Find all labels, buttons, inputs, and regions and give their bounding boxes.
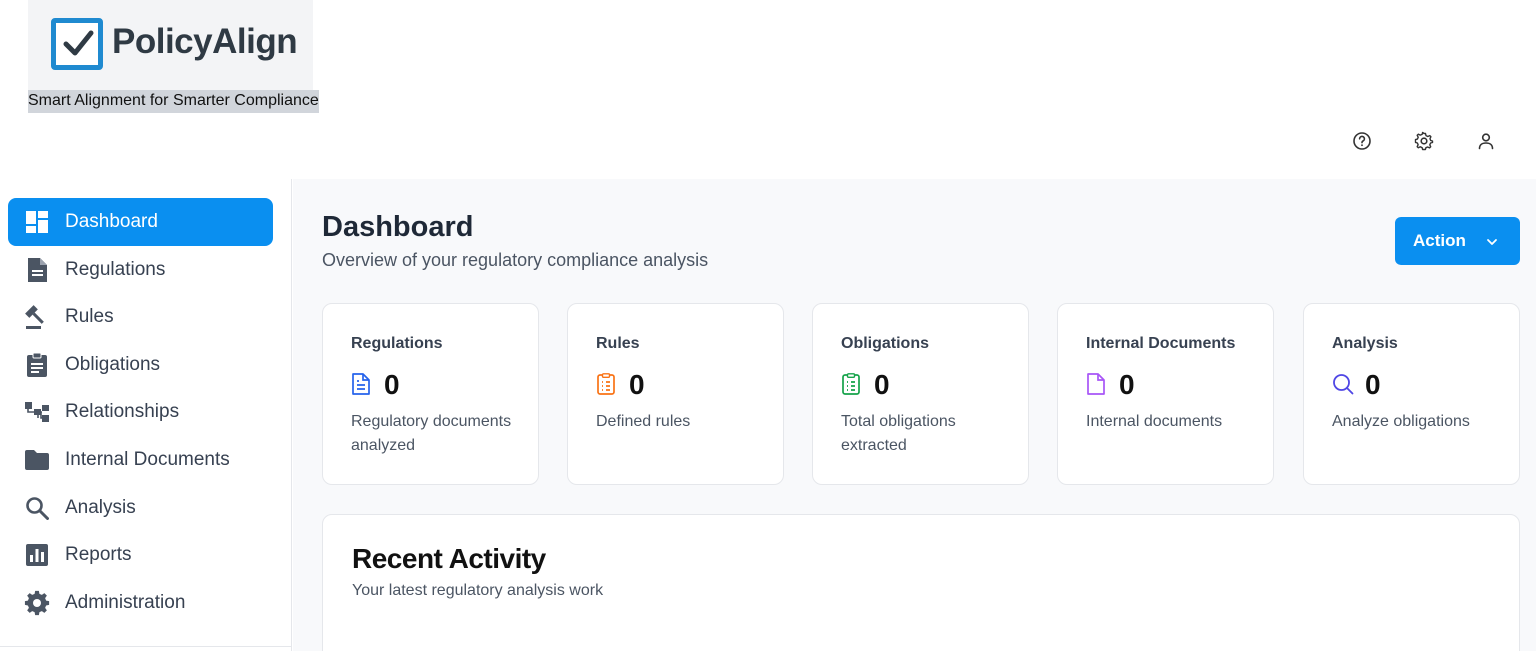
- card-value: 0: [629, 369, 645, 400]
- bar-chart-icon: [23, 542, 50, 569]
- user-icon[interactable]: [1476, 128, 1496, 154]
- sidebar-item-label: Reports: [65, 544, 132, 565]
- action-button-label: Action: [1413, 231, 1466, 250]
- card-value: 0: [1365, 369, 1381, 400]
- sidebar-item-label: Obligations: [65, 354, 161, 375]
- header-actions: [1352, 128, 1496, 154]
- stat-card-rules[interactable]: Rules 0 Defined rules: [567, 303, 784, 485]
- page-title: Dashboard: [322, 211, 474, 243]
- gavel-icon: [23, 304, 50, 331]
- sidebar-item-analysis[interactable]: Analysis: [8, 484, 273, 532]
- stat-card-obligations[interactable]: Obligations 0 Total obligations extracte…: [812, 303, 1029, 485]
- document-icon: [23, 257, 50, 284]
- search-icon: [1332, 373, 1354, 397]
- sidebar-divider: [0, 646, 292, 647]
- sidebar-item-label: Dashboard: [65, 211, 158, 232]
- folder-icon: [23, 447, 50, 474]
- page-subtitle: Overview of your regulatory compliance a…: [322, 250, 709, 270]
- card-value: 0: [874, 369, 890, 400]
- card-title: Internal Documents: [1086, 335, 1236, 352]
- card-description: Total obligations extracted: [841, 413, 956, 454]
- logo[interactable]: PolicyAlign: [28, 0, 313, 90]
- sidebar: Dashboard Regulations Rules Obligations …: [0, 179, 292, 651]
- card-title: Analysis: [1332, 335, 1398, 352]
- file-text-icon: [351, 373, 373, 397]
- sidebar-item-internal-documents[interactable]: Internal Documents: [8, 436, 273, 484]
- card-description: Regulatory documents analyzed: [351, 413, 512, 454]
- cog-icon: [23, 590, 50, 617]
- stat-card-internal-documents[interactable]: Internal Documents 0 Internal documents: [1057, 303, 1274, 485]
- sidebar-item-reports[interactable]: Reports: [8, 531, 273, 579]
- card-title: Rules: [596, 335, 640, 352]
- list-icon: [596, 373, 618, 397]
- help-icon[interactable]: [1352, 128, 1372, 154]
- gear-icon[interactable]: [1414, 128, 1434, 154]
- clipboard-list-icon: [841, 373, 863, 397]
- sidebar-item-regulations[interactable]: Regulations: [8, 246, 273, 294]
- card-value: 0: [384, 369, 400, 400]
- file-icon: [1086, 373, 1108, 397]
- stat-card-regulations[interactable]: Regulations 0 Regulatory documents analy…: [322, 303, 539, 485]
- main-content: Dashboard Overview of your regulatory co…: [293, 179, 1536, 651]
- recent-activity-panel: Recent Activity Your latest regulatory a…: [322, 514, 1520, 651]
- recent-activity-title: Recent Activity: [352, 543, 546, 574]
- sidebar-item-label: Rules: [65, 306, 114, 327]
- sidebar-item-dashboard[interactable]: Dashboard: [8, 198, 273, 246]
- sidebar-item-label: Internal Documents: [65, 449, 230, 470]
- chevron-down-icon: [1486, 233, 1498, 253]
- sidebar-item-relationships[interactable]: Relationships: [8, 388, 273, 436]
- card-description: Analyze obligations: [1332, 413, 1470, 430]
- sidebar-item-rules[interactable]: Rules: [8, 293, 273, 341]
- hierarchy-icon: [23, 399, 50, 426]
- card-description: Internal documents: [1086, 413, 1223, 430]
- card-value: 0: [1119, 369, 1135, 400]
- card-title: Obligations: [841, 335, 929, 352]
- sidebar-item-label: Relationships: [65, 401, 180, 422]
- sidebar-item-label: Analysis: [65, 497, 136, 518]
- sidebar-item-administration[interactable]: Administration: [8, 579, 273, 627]
- sidebar-item-obligations[interactable]: Obligations: [8, 341, 273, 389]
- action-dropdown-button[interactable]: Action: [1395, 217, 1520, 265]
- sidebar-item-label: Administration: [65, 592, 186, 613]
- brand-tagline: Smart Alignment for Smarter Compliance: [28, 90, 319, 113]
- stat-card-analysis[interactable]: Analysis 0 Analyze obligations: [1303, 303, 1520, 485]
- card-description: Defined rules: [596, 413, 691, 430]
- dashboard-icon: [23, 209, 50, 236]
- recent-activity-subtitle: Your latest regulatory analysis work: [352, 582, 604, 599]
- brand-name: PolicyAlign: [112, 22, 298, 61]
- card-title: Regulations: [351, 335, 443, 352]
- search-icon: [23, 495, 50, 522]
- clipboard-icon: [23, 352, 50, 379]
- sidebar-item-label: Regulations: [65, 259, 166, 280]
- checkbox-icon: [51, 18, 103, 70]
